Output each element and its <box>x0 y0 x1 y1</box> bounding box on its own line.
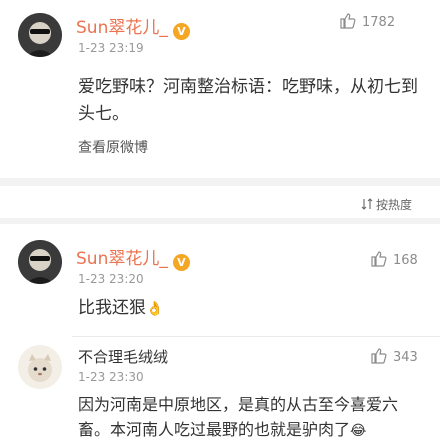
comment-text: 比我还狠👌 <box>78 295 418 323</box>
comment-item: 不合理毛绒绒 1-23 23:30 343 因为河南是中原地区，是真的从古至今喜… <box>0 337 440 447</box>
vip-badge-icon: V <box>172 254 190 271</box>
sort-toggle[interactable]: 按热度 <box>361 196 412 213</box>
like-count: 343 <box>393 350 418 365</box>
post-time: 1-23 23:19 <box>78 41 144 55</box>
thumbs-up-icon <box>371 251 387 267</box>
avatar[interactable] <box>18 240 62 284</box>
like-button[interactable]: 1782 <box>339 12 395 30</box>
section-divider <box>0 178 440 186</box>
like-count: 168 <box>393 253 418 268</box>
thumbs-up-icon <box>340 13 356 29</box>
comment-time: 1-23 23:20 <box>78 272 144 286</box>
laugh-emoji: 😂 <box>350 423 367 439</box>
sort-label[interactable]: 按热度 <box>376 198 412 212</box>
comment-text: 因为河南是中原地区，是真的从古至今喜爱六畜。本河南人吃过最野的也就是驴肉了😂 <box>78 392 423 444</box>
author-name-text[interactable]: Sun翠花儿_ <box>76 18 168 38</box>
sort-icon <box>361 198 373 210</box>
view-original-link[interactable]: 查看原微博 <box>78 137 148 157</box>
comment-text-body: 比我还狠 <box>78 298 146 318</box>
vip-badge-icon: V <box>172 23 190 40</box>
avatar[interactable] <box>18 345 62 389</box>
thumbs-up-icon <box>371 348 387 364</box>
author-name[interactable]: 不合理毛绒绒 <box>78 346 168 367</box>
like-button[interactable]: 343 <box>370 347 418 365</box>
author-name[interactable]: Sun翠花儿_ V <box>76 13 190 40</box>
comment-item: Sun翠花儿_ V 1-23 23:20 168 比我还狠👌 <box>0 224 440 335</box>
like-button[interactable]: 168 <box>370 250 418 268</box>
ok-hand-emoji: 👌 <box>146 301 164 317</box>
avatar[interactable] <box>18 13 62 57</box>
comment-time: 1-23 23:30 <box>78 370 144 384</box>
post-text: 爱吃野味？河南整治标语：吃野味，从初七到头七。 <box>78 77 418 124</box>
author-name-text[interactable]: Sun翠花儿_ <box>76 249 168 269</box>
like-count: 1782 <box>362 15 396 30</box>
author-name[interactable]: Sun翠花儿_ V <box>76 244 190 271</box>
